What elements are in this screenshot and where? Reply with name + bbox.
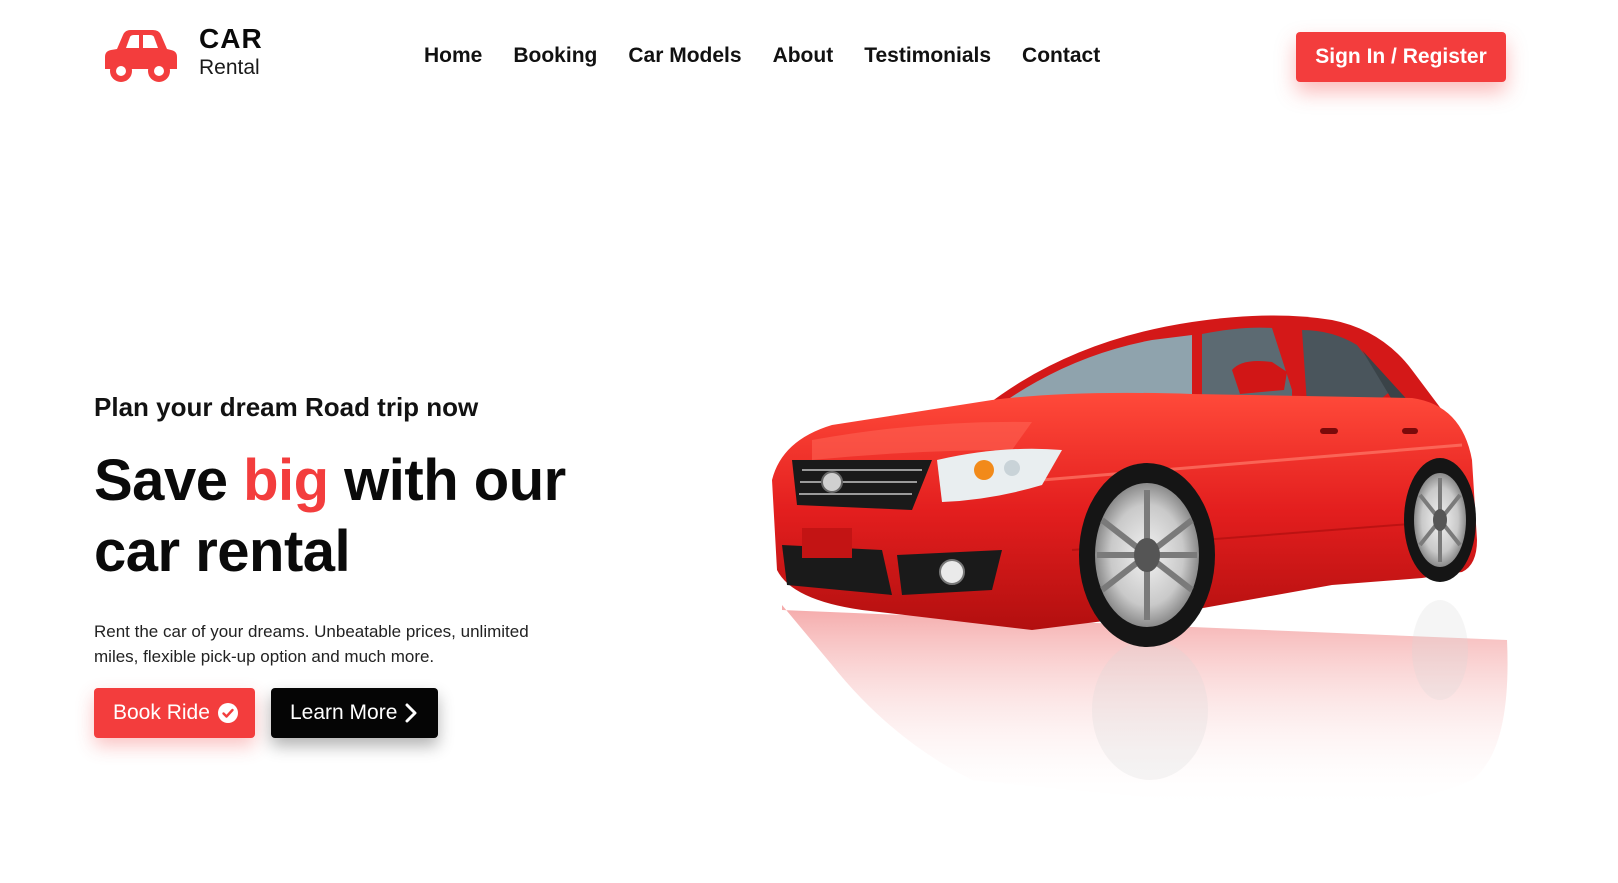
hero-description: Rent the car of your dreams. Unbeatable … <box>94 622 529 666</box>
site-header: CAR Rental Home Booking Car Models About… <box>0 0 1618 118</box>
car-icon <box>105 30 177 82</box>
book-ride-label: Book Ride <box>113 701 210 724</box>
hero-section: Plan your dream Road trip now Save big w… <box>94 392 654 669</box>
nav-contact[interactable]: Contact <box>1022 44 1100 68</box>
book-ride-button[interactable]: Book Ride <box>94 688 255 738</box>
nav-about[interactable]: About <box>773 44 834 68</box>
brand-title: CAR <box>199 23 263 54</box>
headline-text-start: Save <box>94 448 244 513</box>
main-nav: Home Booking Car Models About Testimonia… <box>424 44 1100 68</box>
nav-home[interactable]: Home <box>424 44 482 68</box>
red-sedan-illustration <box>772 315 1508 811</box>
nav-car-models[interactable]: Car Models <box>628 44 741 68</box>
headline-accent-text: big <box>243 448 329 513</box>
learn-more-label: Learn More <box>290 701 398 724</box>
check-circle-icon <box>217 702 239 724</box>
nav-booking[interactable]: Booking <box>513 44 597 68</box>
hero-subheading: Plan your dream Road trip now <box>94 392 479 422</box>
hero-car-image <box>772 310 1552 870</box>
signin-register-button[interactable]: Sign In / Register <box>1296 32 1506 82</box>
nav-testimonials[interactable]: Testimonials <box>864 44 991 68</box>
learn-more-button[interactable]: Learn More <box>271 688 438 738</box>
brand-logo[interactable]: CAR Rental <box>101 25 263 85</box>
chevron-right-icon <box>404 703 418 723</box>
brand-subtitle: Rental <box>199 56 260 79</box>
hero-actions: Book Ride Learn More <box>94 688 438 738</box>
hero-headline: Save big with our car rental <box>94 445 654 587</box>
